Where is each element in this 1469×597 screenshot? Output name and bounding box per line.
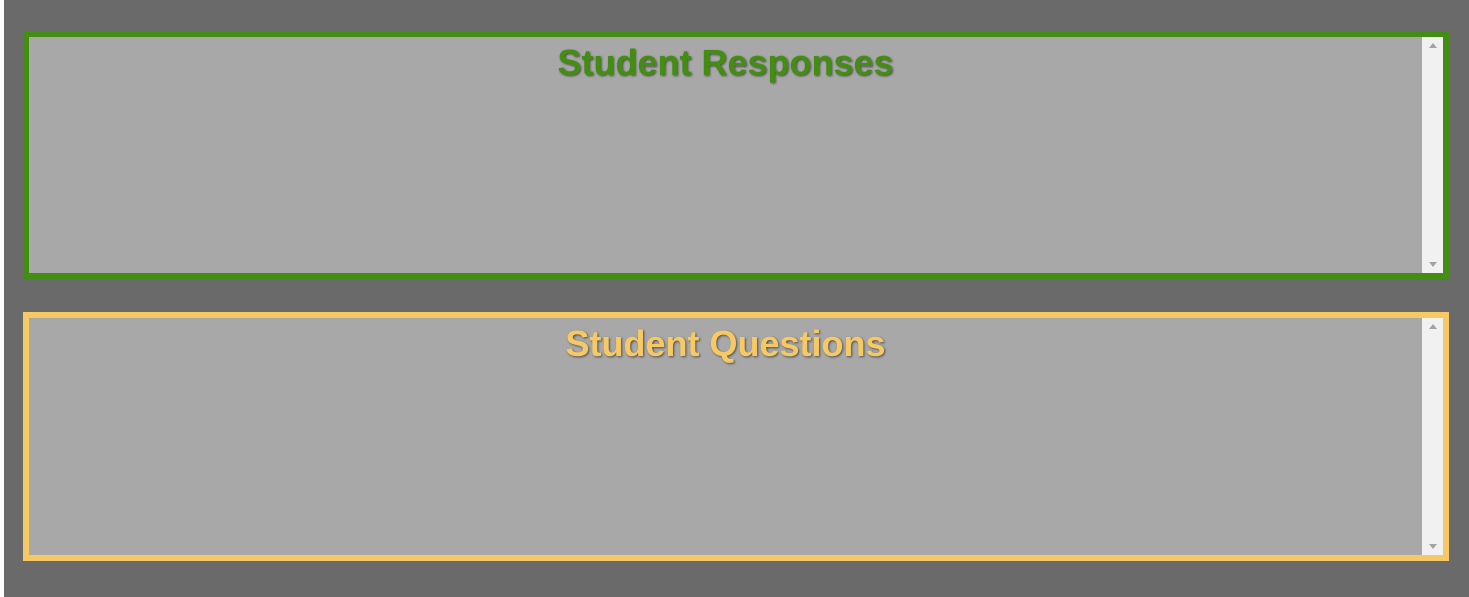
student-responses-scrollbar[interactable] (1422, 37, 1443, 273)
student-questions-panel[interactable]: Student Questions (23, 312, 1449, 561)
scroll-up-arrow-icon[interactable] (1422, 318, 1443, 335)
page-background: Student Responses Student Questions (4, 0, 1469, 597)
student-questions-scrollbar[interactable] (1422, 318, 1443, 555)
scroll-down-arrow-icon[interactable] (1422, 538, 1443, 555)
student-responses-panel[interactable]: Student Responses (23, 31, 1449, 279)
student-responses-title: Student Responses (557, 42, 894, 83)
scroll-down-arrow-icon[interactable] (1422, 256, 1443, 273)
student-questions-title: Student Questions (565, 323, 886, 364)
scroll-up-arrow-icon[interactable] (1422, 37, 1443, 54)
